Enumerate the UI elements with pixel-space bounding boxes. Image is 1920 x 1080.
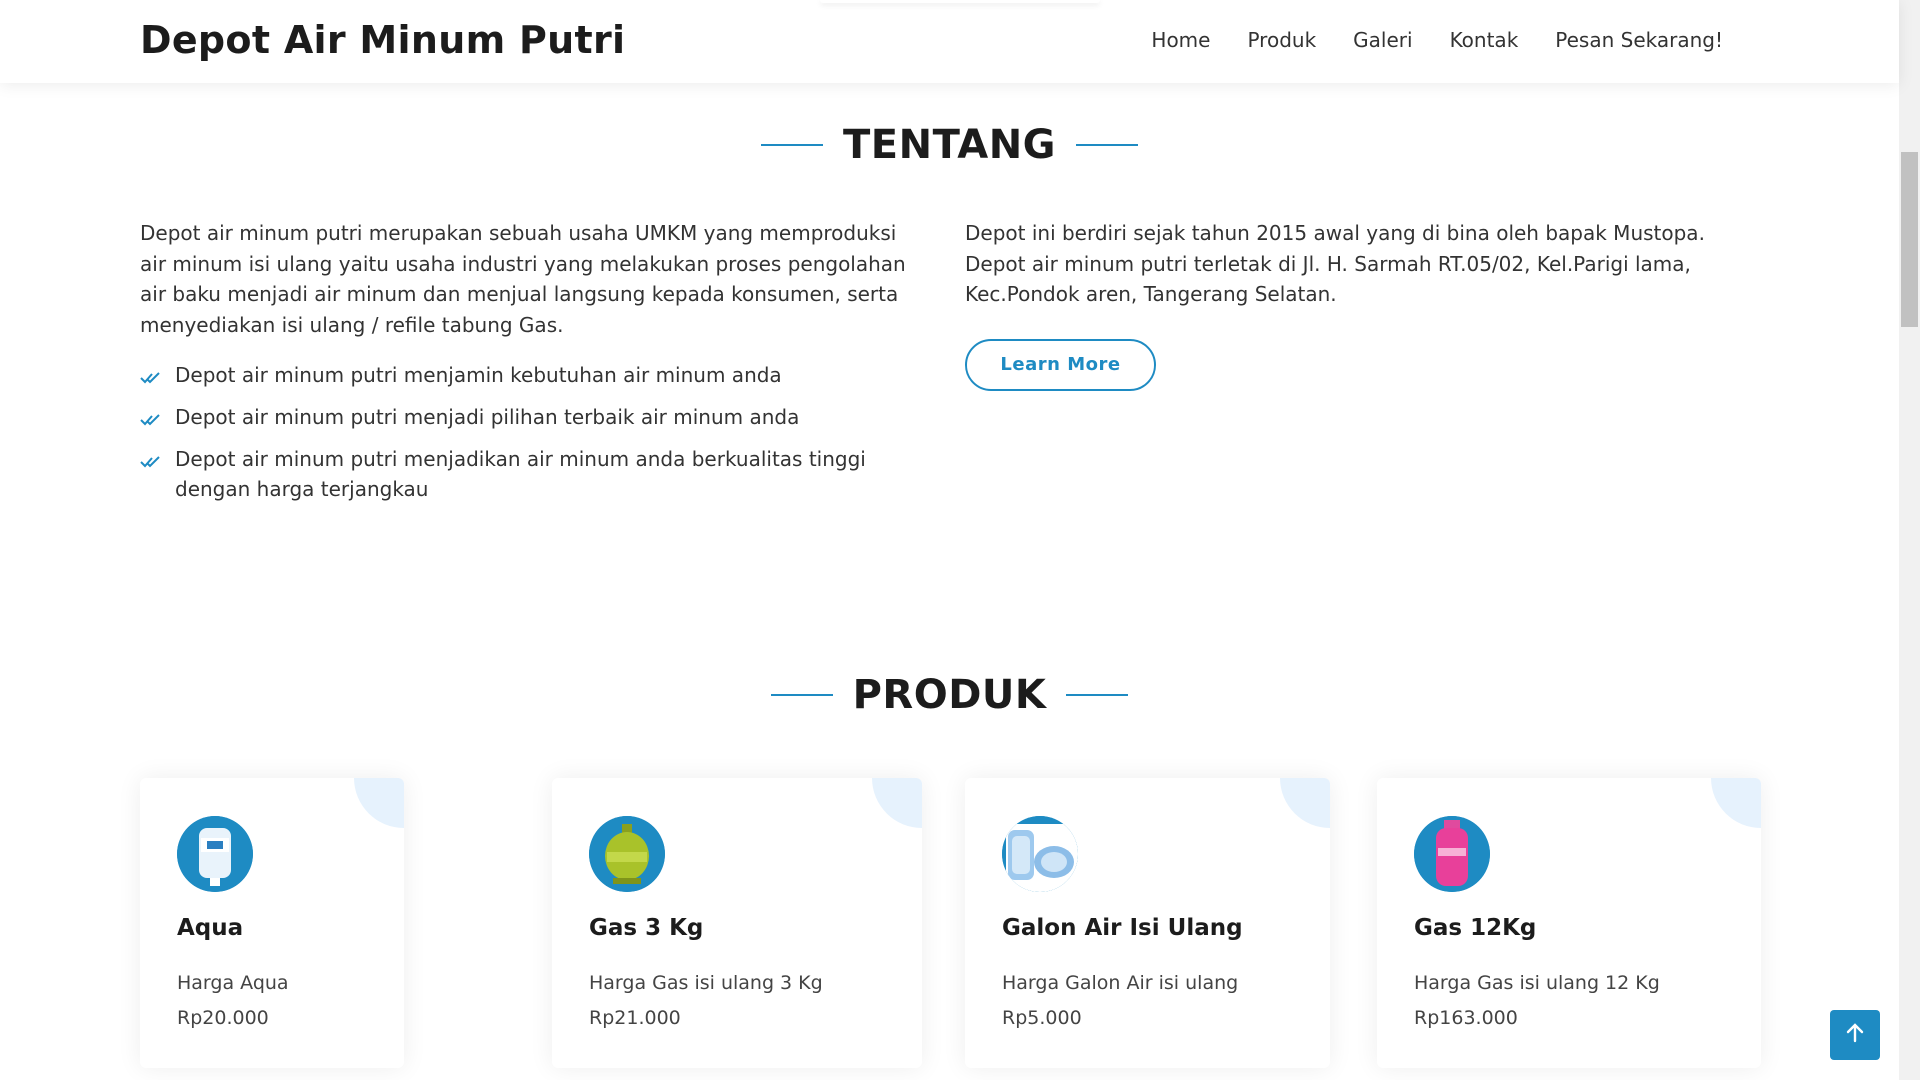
- refill-gallon-icon: [1002, 816, 1078, 892]
- nav-home[interactable]: Home: [1151, 28, 1210, 52]
- checklist-item: Depot air minum putri menjadi pilihan te…: [140, 402, 925, 432]
- pink-gas-cylinder-icon: [1414, 816, 1490, 892]
- product-price: Harga Gas isi ulang 12 Kg Rp163.000: [1414, 972, 1660, 1029]
- double-check-icon: [140, 407, 164, 437]
- site-logo[interactable]: Depot Air Minum Putri: [140, 18, 625, 62]
- site-header: Depot Air Minum Putri Home Produk Galeri…: [0, 0, 1899, 83]
- title-line-right: [1066, 694, 1129, 696]
- title-line-right: [1076, 144, 1139, 146]
- checklist-item: Depot air minum putri menjadikan air min…: [140, 444, 925, 504]
- product-name: Aqua: [177, 915, 244, 941]
- about-history: Depot ini berdiri sejak tahun 2015 awal …: [965, 221, 1705, 306]
- green-gas-cylinder-icon: [589, 816, 665, 892]
- back-to-top-button[interactable]: [1830, 1010, 1880, 1060]
- product-card-aqua[interactable]: Aqua Harga Aqua Rp20.000: [140, 778, 404, 1068]
- main-nav: Home Produk Galeri Kontak Pesan Sekarang…: [1151, 28, 1723, 52]
- product-name: Gas 3 Kg: [589, 915, 704, 941]
- product-name: Gas 12Kg: [1414, 915, 1537, 941]
- nav-pesan-sekarang[interactable]: Pesan Sekarang!: [1555, 28, 1723, 52]
- nav-kontak[interactable]: Kontak: [1450, 28, 1519, 52]
- product-price: Harga Gas isi ulang 3 Kg Rp21.000: [589, 972, 823, 1029]
- about-checklist: Depot air minum putri menjamin kebutuhan…: [140, 360, 925, 504]
- about-intro: Depot air minum putri merupakan sebuah u…: [140, 221, 906, 337]
- about-title-block: TENTANG: [0, 122, 1899, 168]
- product-price: Harga Aqua Rp20.000: [177, 972, 289, 1029]
- product-card-galon[interactable]: Galon Air Isi Ulang Harga Galon Air isi …: [965, 778, 1330, 1068]
- product-price: Harga Galon Air isi ulang Rp5.000: [1002, 972, 1239, 1029]
- card-corner-decoration: [1711, 778, 1761, 828]
- checklist-item: Depot air minum putri menjamin kebutuhan…: [140, 360, 925, 390]
- products-title: PRODUK: [852, 672, 1047, 718]
- product-card-gas-12kg[interactable]: Gas 12Kg Harga Gas isi ulang 12 Kg Rp163…: [1377, 778, 1761, 1068]
- product-name: Galon Air Isi Ulang: [1002, 915, 1243, 941]
- nav-galeri[interactable]: Galeri: [1353, 28, 1412, 52]
- double-check-icon: [140, 449, 164, 479]
- card-corner-decoration: [354, 778, 404, 828]
- product-card-gas-3kg[interactable]: Gas 3 Kg Harga Gas isi ulang 3 Kg Rp21.0…: [552, 778, 922, 1068]
- learn-more-button[interactable]: Learn More: [965, 338, 1156, 391]
- nav-produk[interactable]: Produk: [1247, 28, 1316, 52]
- top-decoration: [820, 0, 1100, 3]
- arrow-up-icon: [1844, 1022, 1866, 1049]
- products-title-block: PRODUK: [0, 672, 1899, 718]
- water-gallon-icon: [177, 816, 253, 892]
- about-left-column: Depot air minum putri merupakan sebuah u…: [140, 218, 925, 516]
- scrollbar-thumb[interactable]: [1901, 152, 1918, 327]
- about-right-column: Depot ini berdiri sejak tahun 2015 awal …: [965, 218, 1765, 391]
- title-line-left: [760, 144, 823, 146]
- title-line-left: [770, 694, 833, 696]
- about-title: TENTANG: [842, 122, 1057, 168]
- card-corner-decoration: [1280, 778, 1330, 828]
- card-corner-decoration: [872, 778, 922, 828]
- double-check-icon: [140, 365, 164, 395]
